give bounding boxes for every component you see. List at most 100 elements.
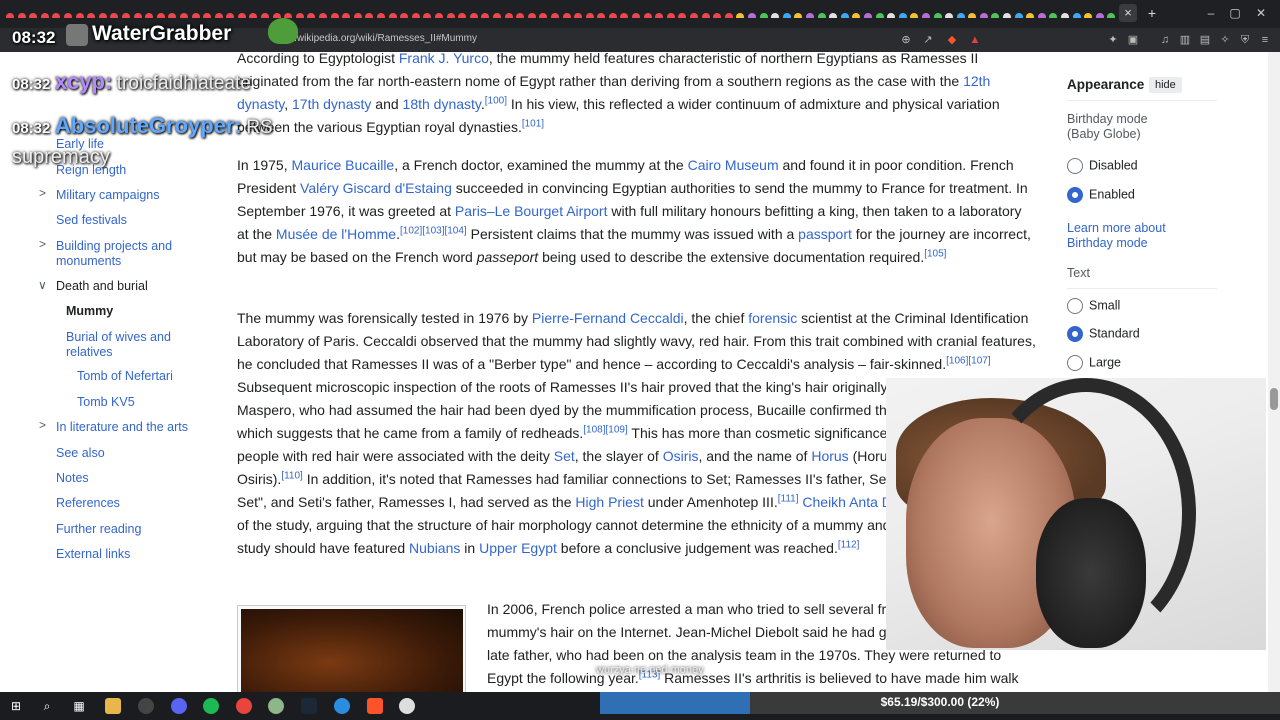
tab-favicon[interactable] [608,13,617,18]
tab-favicon[interactable] [1037,13,1046,18]
tab-favicon[interactable] [6,13,14,18]
close-tab-button[interactable]: × [1119,4,1137,22]
article-figure[interactable] [237,605,466,692]
tab-favicon[interactable] [75,13,84,18]
chrome-icon[interactable] [236,698,252,714]
tab-favicon[interactable] [191,13,200,18]
maximize-window-button[interactable]: ▢ [1224,4,1246,22]
tab-favicon[interactable] [991,13,1000,18]
tab-favicon[interactable] [353,13,362,18]
tab-favicon[interactable] [1084,13,1093,18]
tab-favicon[interactable] [110,13,119,18]
tab-favicon[interactable] [458,13,467,18]
tab-favicon[interactable] [817,13,826,18]
tab-favicon[interactable] [1049,13,1058,18]
tab-favicon[interactable] [29,13,38,18]
tab-favicon[interactable] [423,13,432,18]
tab-favicon[interactable] [1072,13,1081,18]
link-le-bourget[interactable]: Paris–Le Bourget Airport [455,203,608,219]
tab-favicon[interactable] [794,13,803,18]
toc-item-further-reading[interactable]: Further reading [56,522,141,537]
tab-favicon[interactable] [342,13,351,18]
tab-favicon[interactable] [655,13,664,18]
spotify-icon[interactable] [203,698,219,714]
tab-list[interactable] [0,8,1130,18]
tab-favicon[interactable] [319,13,328,18]
tab-favicon[interactable] [771,13,780,18]
link-maurice-bucaille[interactable]: Maurice Bucaille [292,157,395,173]
tab-favicon[interactable] [226,13,235,18]
citation[interactable]: [112] [838,539,860,550]
steam-icon[interactable] [301,698,317,714]
tab-favicon[interactable] [237,13,246,18]
toc-item-tomb-kv5[interactable]: Tomb KV5 [77,395,135,410]
tab-favicon[interactable] [643,13,652,18]
citation[interactable]: [101] [522,118,544,129]
tab-favicon[interactable] [17,13,26,18]
tab-favicon[interactable] [527,13,536,18]
tab-favicon[interactable] [945,13,954,18]
tab-favicon[interactable] [516,13,525,18]
app-icon[interactable] [268,698,284,714]
tab-favicon[interactable] [550,13,559,18]
tab-favicon[interactable] [956,13,965,18]
link-cairo-museum[interactable]: Cairo Museum [688,157,779,173]
zoom-icon[interactable]: ⊕ [898,32,914,48]
citation[interactable]: [100] [485,95,507,106]
close-window-button[interactable]: ✕ [1250,4,1272,22]
link-passport[interactable]: passport [798,226,852,242]
radio-text-large[interactable]: Large [1067,355,1121,371]
toc-item-building-projects[interactable]: Building projects and monuments [56,239,196,269]
hide-appearance-button[interactable]: hide [1149,77,1182,93]
link-musee-de-lhomme[interactable]: Musée de l'Homme [276,226,396,242]
tab-favicon[interactable] [632,13,641,18]
radio-text-small[interactable]: Small [1067,298,1120,314]
tab-favicon[interactable] [562,13,571,18]
radio-birthday-enabled[interactable]: Enabled [1067,187,1135,203]
task-view-icon[interactable]: ▦ [71,698,87,714]
radio-button[interactable] [1067,355,1083,371]
tab-favicon[interactable] [968,13,977,18]
link-18th-dynasty[interactable]: 18th dynasty [403,96,481,112]
tab-favicon[interactable] [446,13,455,18]
tab-favicon[interactable] [365,13,374,18]
media-icon[interactable]: ♫ [1157,32,1173,48]
link-set[interactable]: Set [554,448,575,464]
toc-item-burial-of-wives[interactable]: Burial of wives and relatives [66,330,196,360]
leo-icon[interactable]: ✧ [1217,32,1233,48]
tab-favicon[interactable] [910,13,919,18]
tab-favicon[interactable] [701,13,710,18]
tab-favicon[interactable] [574,13,583,18]
link-high-priest[interactable]: High Priest [575,494,643,510]
link-17th-dynasty[interactable]: 17th dynasty [292,96,371,112]
menu-icon[interactable]: ≡ [1257,32,1273,48]
toc-item-references[interactable]: References [56,496,120,511]
tab-favicon[interactable] [377,13,385,18]
share-icon[interactable]: ↗ [920,32,936,48]
learn-more-birthday-link[interactable]: Learn more about Birthday mode [1067,221,1187,251]
tab-favicon[interactable] [261,13,270,18]
toc-item-external-links[interactable]: External links [56,547,130,562]
tab-favicon[interactable] [1095,13,1104,18]
tab-favicon[interactable] [1014,13,1023,18]
tab-favicon[interactable] [840,13,849,18]
tab-favicon[interactable] [748,13,756,18]
scrollbar-thumb[interactable] [1270,388,1278,410]
toc-item-see-also[interactable]: See also [56,446,105,461]
tab-favicon[interactable] [933,13,942,18]
citation[interactable]: [105] [924,248,946,259]
radio-button[interactable] [1067,326,1083,342]
link-horus[interactable]: Horus [811,448,848,464]
citation[interactable]: [110] [281,470,303,481]
tab-favicon[interactable] [203,13,212,18]
tab-favicon[interactable] [724,13,733,18]
tab-favicon[interactable] [898,13,907,18]
mummy-image[interactable] [241,609,463,692]
link-valery-giscard[interactable]: Valéry Giscard d'Estaing [300,180,452,196]
tab-favicon[interactable] [168,13,177,18]
tab-favicon[interactable] [979,13,988,18]
tab-favicon[interactable] [133,13,142,18]
tab-favicon[interactable] [585,13,594,18]
tab-favicon[interactable] [759,13,768,18]
chevron-right-icon[interactable]: > [39,237,46,251]
